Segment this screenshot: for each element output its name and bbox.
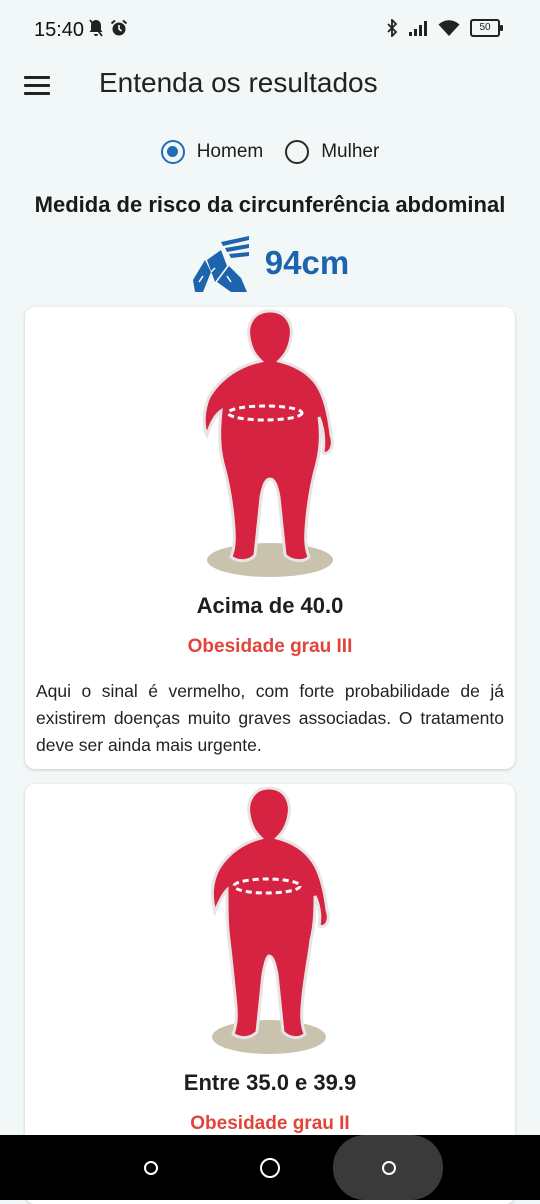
nav-home-button[interactable] xyxy=(260,1158,280,1178)
body-silhouette-illustration xyxy=(210,786,330,1054)
status-bar: 15:40 50 xyxy=(0,0,540,60)
radio-homem-label: Homem xyxy=(196,141,264,162)
radio-unchecked-icon[interactable] xyxy=(285,140,310,164)
signal-icon xyxy=(409,21,427,36)
section-title: Medida de risco da circunferência abdomi… xyxy=(34,192,506,217)
bluetooth-icon xyxy=(387,19,398,37)
card-classification: Obesidade grau III xyxy=(187,636,353,657)
radio-mulher-label: Mulher xyxy=(321,141,380,162)
card-classification: Obesidade grau II xyxy=(190,1113,350,1134)
card-range: Acima de 40.0 xyxy=(196,593,344,618)
measure-value: 94cm xyxy=(264,244,350,281)
status-right-icons: 50 xyxy=(386,19,503,37)
radio-checked-icon[interactable] xyxy=(160,140,185,164)
result-card[interactable]: Acima de 40.0 Obesidade grau III Aqui o … xyxy=(25,307,515,769)
mute-notification-icon xyxy=(89,19,103,37)
system-navigation-bar xyxy=(0,1135,540,1200)
menu-icon[interactable] xyxy=(24,76,50,96)
status-left-icons xyxy=(88,19,128,37)
page-title: Entenda os resultados xyxy=(99,67,378,98)
card-range: Entre 35.0 e 39.9 xyxy=(183,1070,357,1095)
status-time: 15:40 xyxy=(34,19,85,41)
card-description: Aqui o sinal é vermelho, com forte proba… xyxy=(36,681,504,755)
radio-mulher[interactable]: Mulher xyxy=(285,140,379,164)
battery-icon: 50 xyxy=(470,19,503,37)
nav-recents-button[interactable] xyxy=(382,1161,396,1175)
body-silhouette-illustration xyxy=(202,309,334,577)
gender-selector: Homem Mulher xyxy=(0,140,540,164)
measure-row: 94cm xyxy=(0,232,540,294)
wifi-icon xyxy=(438,20,460,36)
app-bar: Entenda os resultados xyxy=(0,56,540,112)
nav-back-button[interactable] xyxy=(144,1161,158,1175)
tape-measure-icon xyxy=(192,236,249,292)
alarm-icon xyxy=(110,19,128,36)
radio-homem[interactable]: Homem xyxy=(160,140,264,164)
